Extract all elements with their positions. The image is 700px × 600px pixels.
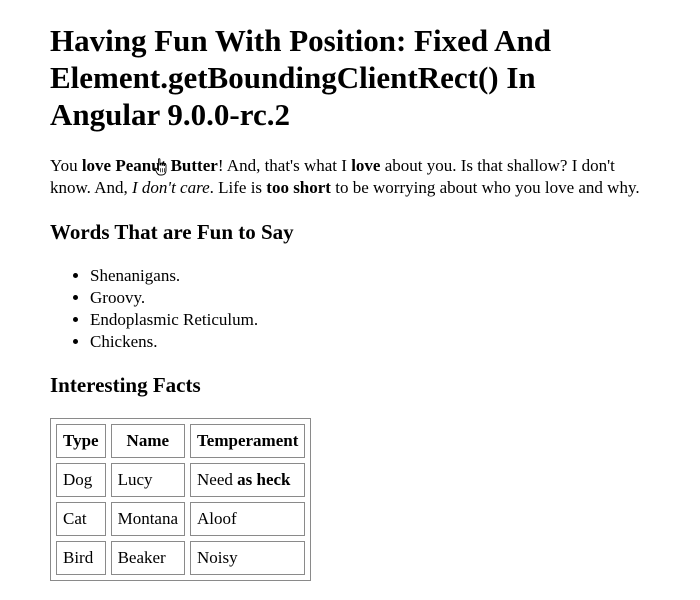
list-item: Shenanigans.: [90, 265, 650, 287]
page-title: Having Fun With Position: Fixed And Elem…: [50, 23, 552, 132]
list-item: Groovy.: [90, 287, 650, 309]
list-item: Chickens.: [90, 331, 650, 353]
hand-pointer-icon: [154, 158, 167, 176]
cell-type: Cat: [56, 502, 106, 536]
cell-name: Montana: [110, 502, 186, 536]
table-row: Bird Beaker Noisy: [56, 541, 306, 575]
cell-temperament: Need as heck: [190, 463, 306, 497]
cell-temperament-text: Need: [197, 470, 238, 489]
cell-temperament-bold: as heck: [237, 470, 291, 489]
table-header-row: Type Name Temperament: [56, 424, 306, 458]
table-row: Dog Lucy Need as heck: [56, 463, 306, 497]
intro-paragraph: You love Peanut Butter! And, that's what…: [50, 155, 650, 199]
list-item: Endoplasmic Reticulum.: [90, 309, 650, 331]
cell-type: Dog: [56, 463, 106, 497]
words-list: Shenanigans. Groovy. Endoplasmic Reticul…: [50, 265, 650, 353]
intro-italic-dont-care: I don't care: [132, 178, 210, 197]
article: Having Fun With Position: Fixed And Elem…: [50, 0, 650, 581]
words-heading: Words That are Fun to Say: [50, 220, 294, 244]
intro-bold-peanut-butter[interactable]: love Peanut Butter: [82, 156, 218, 175]
column-header-type: Type: [56, 424, 106, 458]
facts-table: Type Name Temperament Dog Lucy Need as h…: [50, 418, 312, 581]
facts-heading: Interesting Facts: [50, 373, 201, 397]
cell-name: Beaker: [110, 541, 186, 575]
intro-bold-love: love: [351, 156, 381, 175]
column-header-temperament: Temperament: [190, 424, 306, 458]
intro-text: to be worrying about who you love and wh…: [330, 178, 640, 197]
cell-type: Bird: [56, 541, 106, 575]
cell-temperament: Aloof: [190, 502, 306, 536]
intro-text: ! And, that's what I: [217, 156, 352, 175]
intro-text: You: [50, 156, 82, 175]
cell-name: Lucy: [110, 463, 186, 497]
intro-bold-too-short: too short: [266, 178, 331, 197]
table-row: Cat Montana Aloof: [56, 502, 306, 536]
intro-text: . Life is: [209, 178, 267, 197]
cell-temperament: Noisy: [190, 541, 306, 575]
column-header-name: Name: [110, 424, 186, 458]
